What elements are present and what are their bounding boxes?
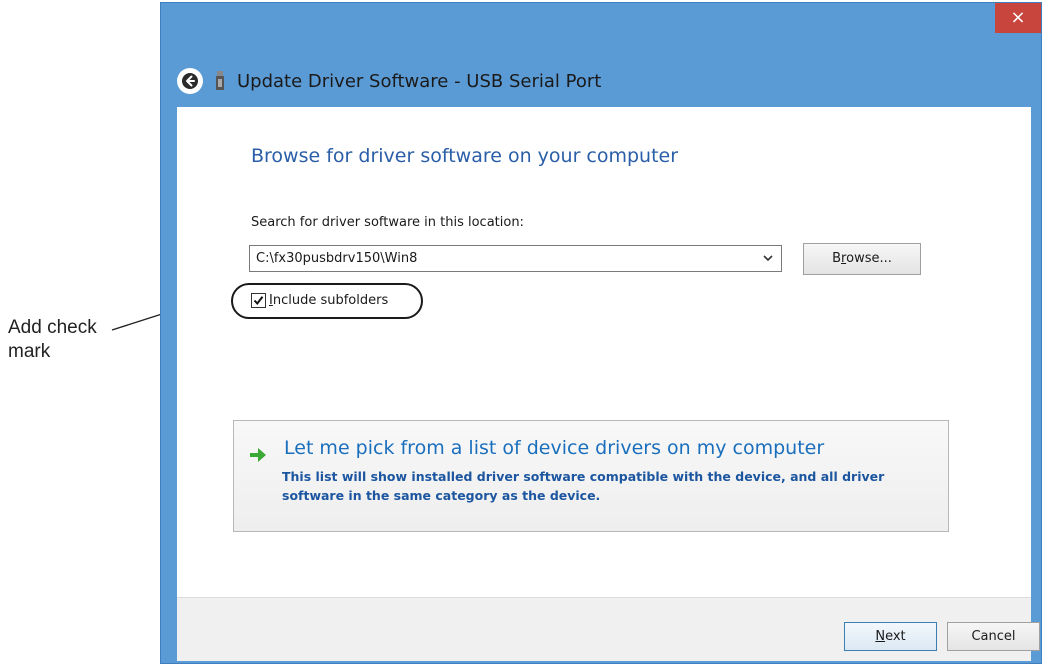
checkmark-icon [253, 296, 264, 306]
window-title: Update Driver Software - USB Serial Port [237, 70, 602, 92]
include-subfolders-checkbox[interactable] [251, 293, 266, 308]
annotation-callout: Add check mark [8, 316, 138, 364]
green-arrow-icon [248, 445, 268, 465]
chevron-down-icon[interactable] [761, 250, 775, 266]
close-icon: × [1010, 7, 1026, 28]
back-arrow-icon[interactable] [177, 68, 203, 94]
browse-label-prefix: B [832, 251, 842, 266]
include-subfolders-label[interactable]: Include subfolders [269, 293, 388, 308]
include-subfolders-highlight: Include subfolders [231, 283, 423, 319]
pick-option-description: This list will show installed driver sof… [282, 469, 885, 503]
next-label-rest: ext [885, 629, 906, 644]
search-location-label: Search for driver software in this locat… [251, 215, 524, 230]
close-button[interactable]: × [995, 3, 1041, 33]
pick-from-list-option[interactable]: Let me pick from a list of device driver… [233, 420, 949, 532]
next-button[interactable]: Next [844, 622, 937, 651]
section-title: Browse for driver software on your compu… [251, 145, 679, 167]
screenshot-stage: Add check mark × Update Driver Software … [0, 0, 1048, 666]
annotation-line-2: mark [8, 341, 51, 362]
annotation-line-1: Add check [8, 317, 97, 338]
path-combobox[interactable]: C:\fx30pusbdrv150\Win8 [249, 245, 782, 272]
dialog-footer: Next Cancel [177, 597, 1040, 661]
dialog-header: Update Driver Software - USB Serial Port [177, 61, 601, 101]
usb-device-icon [213, 70, 227, 92]
cancel-button[interactable]: Cancel [947, 622, 1040, 651]
path-value[interactable]: C:\fx30pusbdrv150\Win8 [256, 251, 417, 266]
browse-button[interactable]: Browse... [803, 243, 921, 275]
pick-option-title[interactable]: Let me pick from a list of device driver… [284, 437, 824, 459]
browse-label-suffix: owse... [846, 251, 892, 266]
dialog-content: Browse for driver software on your compu… [177, 107, 1031, 597]
include-subfolders-label-rest: nclude subfolders [272, 293, 389, 308]
next-mnemonic: N [875, 629, 886, 644]
update-driver-dialog: × Update Driver Software - USB Serial Po… [160, 2, 1042, 664]
